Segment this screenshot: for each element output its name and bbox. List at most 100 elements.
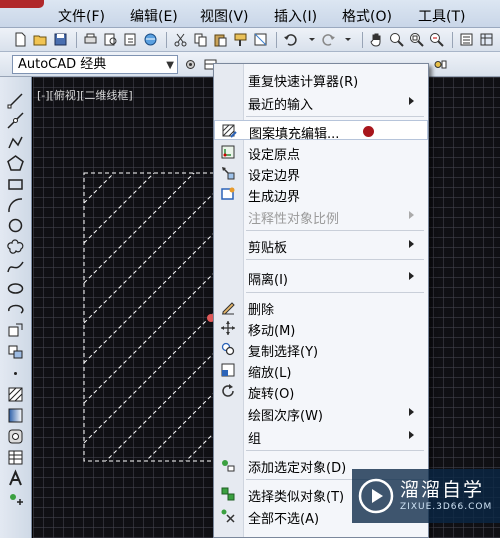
- menu-item-set-origin[interactable]: 设定原点: [214, 142, 428, 163]
- layer-state-icon[interactable]: [432, 56, 449, 73]
- open-folder-icon[interactable]: [32, 31, 49, 48]
- ellipse-icon[interactable]: [6, 279, 25, 298]
- menu-item-copy-selection[interactable]: 复制选择(Y): [214, 339, 428, 360]
- set-origin-icon: [220, 144, 236, 160]
- menu-item-draw-order[interactable]: 绘图次序(W): [214, 403, 428, 424]
- scale-icon: [220, 362, 236, 378]
- watermark-logo-icon: [358, 478, 394, 514]
- multiline-text-icon[interactable]: [6, 469, 25, 488]
- menu-tools[interactable]: 工具(T): [418, 6, 465, 26]
- insert-block-icon[interactable]: [6, 321, 25, 340]
- menu-item-label: 全部不选(A): [248, 512, 320, 527]
- copy-icon: [220, 341, 236, 357]
- watermark-title: 溜溜自学: [400, 479, 485, 501]
- gradient-icon[interactable]: [6, 406, 25, 425]
- menu-view[interactable]: 视图(V): [200, 6, 249, 26]
- menu-item-label: 注释性对象比例: [248, 212, 340, 227]
- generate-boundary-icon: [220, 186, 236, 202]
- menu-item-isolate[interactable]: 隔离(I): [214, 267, 428, 288]
- ellipse-arc-icon[interactable]: [6, 300, 25, 319]
- menu-item-label: 重复快速计算器(R): [248, 75, 359, 90]
- construction-line-icon[interactable]: [6, 111, 25, 130]
- publish-icon[interactable]: [122, 31, 139, 48]
- menu-item-label: 隔离(I): [248, 273, 288, 288]
- submenu-arrow-icon: [409, 431, 414, 439]
- select-similar-icon: [220, 486, 236, 502]
- menu-item-clipboard[interactable]: 剪贴板: [214, 235, 428, 256]
- add-selected-tool-icon[interactable]: [6, 490, 25, 509]
- menu-item-group[interactable]: 组: [214, 426, 428, 447]
- circle-icon[interactable]: [6, 216, 25, 235]
- menu-item-label: 复制选择(Y): [248, 345, 319, 360]
- menu-item-label: 添加选定对象(D): [248, 461, 347, 476]
- workspace-dropdown[interactable]: AutoCAD 经典 ▼: [12, 55, 178, 74]
- block-editor-icon[interactable]: [252, 31, 269, 48]
- menu-item-repeat-quickcalc[interactable]: 重复快速计算器(R): [214, 69, 428, 90]
- make-block-icon[interactable]: [6, 342, 25, 361]
- menu-item-scale[interactable]: 缩放(L): [214, 360, 428, 381]
- add-selected-icon: [220, 457, 236, 473]
- menu-item-label: 缩放(L): [248, 366, 292, 381]
- match-properties-icon[interactable]: [232, 31, 249, 48]
- menu-item-label: 选择类似对象(T): [248, 490, 345, 505]
- pan-icon[interactable]: [368, 31, 385, 48]
- menu-item-set-boundary[interactable]: 设定边界: [214, 163, 428, 184]
- rectangle-icon[interactable]: [6, 175, 25, 194]
- plot-icon[interactable]: [82, 31, 99, 48]
- revision-cloud-icon[interactable]: [6, 237, 25, 256]
- menu-item-generate-boundary[interactable]: 生成边界: [214, 184, 428, 205]
- paste-icon[interactable]: [212, 31, 229, 48]
- standard-toolbar: [0, 28, 500, 52]
- zoom-window-icon[interactable]: [408, 31, 425, 48]
- redo-icon[interactable]: [320, 31, 337, 48]
- zoom-realtime-icon[interactable]: [388, 31, 405, 48]
- zoom-previous-icon[interactable]: [428, 31, 445, 48]
- workspace-selected-label: AutoCAD 经典: [18, 57, 107, 72]
- menu-item-hatch-edit[interactable]: 图案填充编辑...: [214, 120, 428, 142]
- undo-icon[interactable]: [282, 31, 299, 48]
- table-icon[interactable]: [6, 448, 25, 467]
- menu-item-rotate[interactable]: 旋转(O): [214, 381, 428, 402]
- menu-item-label: 最近的输入: [248, 98, 314, 113]
- hatch-icon[interactable]: [6, 385, 25, 404]
- save-icon[interactable]: [52, 31, 69, 48]
- menu-file[interactable]: 文件(F): [58, 6, 105, 26]
- submenu-arrow-icon: [409, 272, 414, 280]
- undo-dropdown-icon[interactable]: [304, 31, 321, 48]
- menu-format[interactable]: 格式(O): [342, 6, 392, 26]
- menu-item-recent-input[interactable]: 最近的输入: [214, 92, 428, 113]
- menu-item-label: 删除: [248, 303, 275, 318]
- chevron-down-icon[interactable]: ▼: [166, 57, 174, 74]
- submenu-arrow-icon: [409, 97, 414, 105]
- polygon-icon[interactable]: [6, 154, 25, 173]
- point-icon[interactable]: [6, 364, 25, 383]
- design-center-icon[interactable]: [478, 31, 495, 48]
- properties-icon[interactable]: [458, 31, 475, 48]
- menu-item-move[interactable]: 移动(M): [214, 318, 428, 339]
- menu-item-label: 组: [248, 432, 262, 447]
- arc-icon[interactable]: [6, 196, 25, 215]
- 3d-dwf-icon[interactable]: [142, 31, 159, 48]
- copy-icon[interactable]: [192, 31, 209, 48]
- line-icon[interactable]: [6, 91, 25, 110]
- draw-toolbar: [0, 77, 32, 538]
- spline-icon[interactable]: [6, 258, 25, 277]
- move-icon: [220, 320, 236, 336]
- menu-item-label: 图案填充编辑...: [249, 127, 340, 142]
- redo-dropdown-icon[interactable]: [340, 31, 357, 48]
- menu-insert[interactable]: 插入(I): [274, 6, 317, 26]
- cut-icon[interactable]: [172, 31, 189, 48]
- plot-preview-icon[interactable]: [102, 31, 119, 48]
- menu-item-annotative-scale[interactable]: 注释性对象比例: [214, 206, 428, 227]
- watermark: 溜溜自学 ZIXUE.3D66.COM: [352, 469, 500, 523]
- application-button[interactable]: [0, 0, 44, 8]
- deselect-all-icon: [220, 508, 236, 524]
- erase-icon: [220, 299, 236, 315]
- new-file-icon[interactable]: [12, 31, 29, 48]
- hatch-boundary: [83, 172, 225, 462]
- polyline-icon[interactable]: [6, 133, 25, 152]
- menu-item-erase[interactable]: 删除: [214, 297, 428, 318]
- workspace-settings-icon[interactable]: [182, 56, 199, 73]
- region-icon[interactable]: [6, 427, 25, 446]
- menu-edit[interactable]: 编辑(E): [130, 6, 178, 26]
